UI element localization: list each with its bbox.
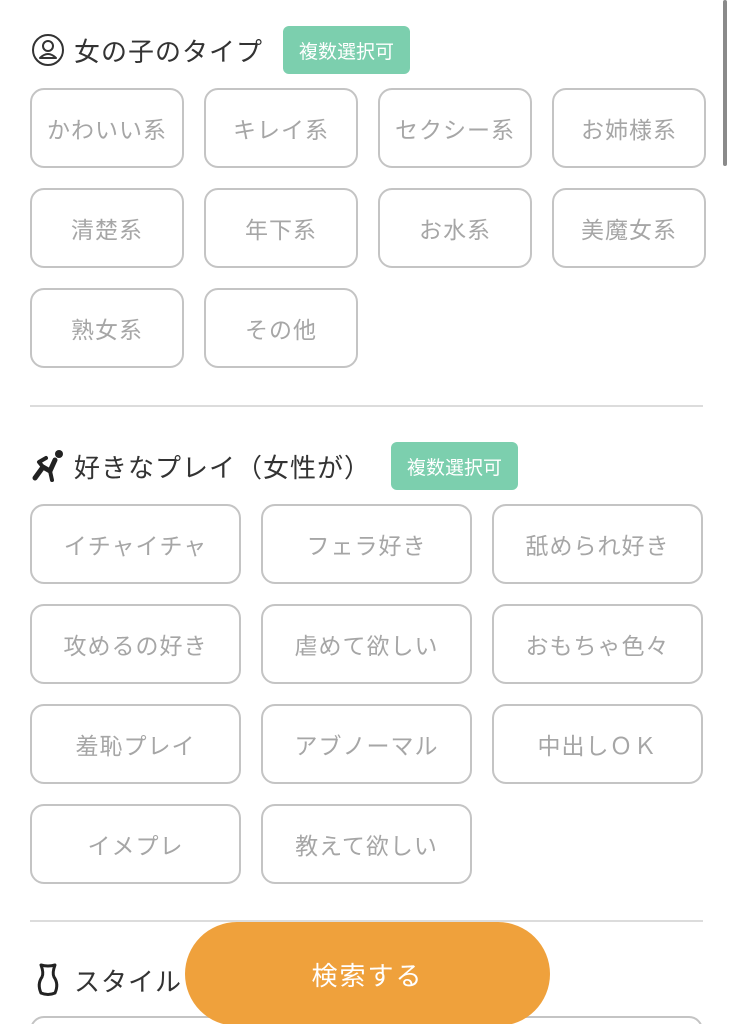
type-option-chip[interactable]: セクシー系 bbox=[378, 88, 532, 168]
multi-select-badge: 複数選択可 bbox=[391, 442, 519, 490]
running-figure-icon bbox=[30, 448, 66, 484]
play-option-chip[interactable]: フェラ好き bbox=[261, 504, 472, 584]
type-option-chip[interactable]: 熟女系 bbox=[30, 288, 184, 368]
play-option-chip[interactable]: おもちゃ色々 bbox=[492, 604, 703, 684]
play-section-title: 好きなプレイ（女性が） bbox=[74, 453, 372, 484]
person-circle-icon bbox=[30, 32, 66, 68]
type-section: 女の子のタイプ 複数選択可 かわいい系 キレイ系 セクシー系 お姉様系 清楚系 … bbox=[30, 26, 706, 368]
type-option-chip[interactable]: お水系 bbox=[378, 188, 532, 268]
play-option-chip[interactable]: イチャイチャ bbox=[30, 504, 241, 584]
type-section-title: 女の子のタイプ bbox=[74, 37, 264, 68]
type-option-chip[interactable]: 美魔女系 bbox=[552, 188, 706, 268]
play-option-chip[interactable]: アブノーマル bbox=[261, 704, 472, 784]
type-option-chip[interactable]: 清楚系 bbox=[30, 188, 184, 268]
play-option-chip[interactable]: 羞恥プレイ bbox=[30, 704, 241, 784]
play-option-chip[interactable]: 虐めて欲しい bbox=[261, 604, 472, 684]
style-section-title: スタイル bbox=[74, 967, 183, 998]
type-option-chip[interactable]: その他 bbox=[204, 288, 358, 368]
play-option-chip[interactable]: 中出しＯＫ bbox=[492, 704, 703, 784]
type-option-chip[interactable]: お姉様系 bbox=[552, 88, 706, 168]
type-option-chip[interactable]: キレイ系 bbox=[204, 88, 358, 168]
type-section-header: 女の子のタイプ 複数選択可 bbox=[30, 26, 703, 74]
play-option-chip[interactable]: 攻めるの好き bbox=[30, 604, 241, 684]
search-button[interactable]: 検索する bbox=[185, 922, 550, 1024]
body-shape-icon bbox=[30, 962, 66, 998]
play-option-chip[interactable]: 舐められ好き bbox=[492, 504, 703, 584]
type-option-chip[interactable]: かわいい系 bbox=[30, 88, 184, 168]
multi-select-badge: 複数選択可 bbox=[283, 26, 411, 74]
section-divider bbox=[30, 405, 703, 407]
scrollbar[interactable] bbox=[723, 0, 727, 166]
play-section: 好きなプレイ（女性が） 複数選択可 イチャイチャ フェラ好き 舐められ好き 攻め… bbox=[30, 442, 703, 884]
play-option-chip[interactable]: 教えて欲しい bbox=[261, 804, 472, 884]
play-section-header: 好きなプレイ（女性が） 複数選択可 bbox=[30, 442, 703, 490]
play-options-grid: イチャイチャ フェラ好き 舐められ好き 攻めるの好き 虐めて欲しい おもちゃ色々… bbox=[30, 504, 703, 884]
type-option-chip[interactable]: 年下系 bbox=[204, 188, 358, 268]
play-option-chip[interactable]: イメプレ bbox=[30, 804, 241, 884]
type-options-grid: かわいい系 キレイ系 セクシー系 お姉様系 清楚系 年下系 お水系 美魔女系 熟… bbox=[30, 88, 706, 368]
